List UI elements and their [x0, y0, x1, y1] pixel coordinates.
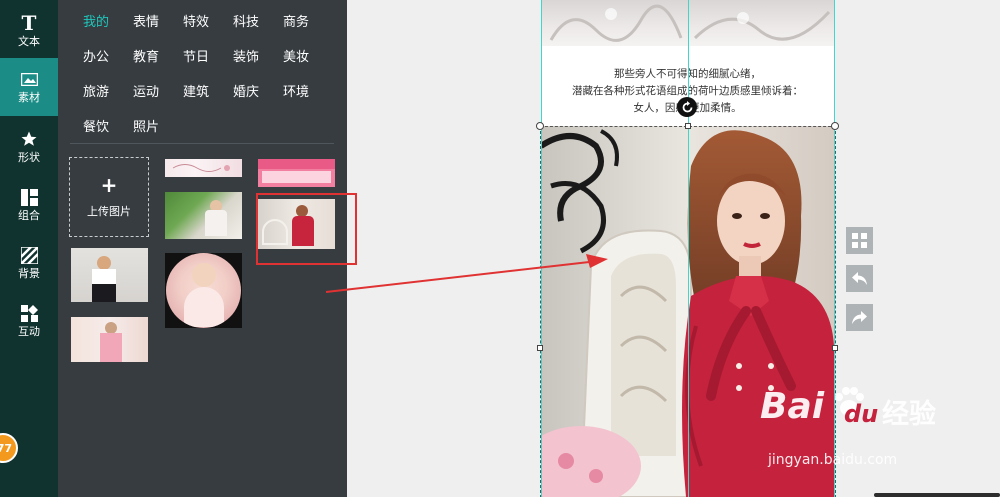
panel-divider — [70, 143, 334, 144]
material-thumbnail[interactable] — [165, 159, 242, 177]
undo-icon[interactable] — [846, 265, 873, 292]
rail-item-label: 背景 — [18, 267, 40, 280]
layout-icon — [19, 188, 39, 206]
rail-item-materials[interactable]: 素材 — [0, 58, 58, 116]
background-icon — [19, 246, 39, 264]
material-thumbnail-circle[interactable] — [165, 253, 242, 328]
rail-item-shapes[interactable]: 形状 — [0, 118, 58, 176]
lace-pattern-right — [693, 10, 831, 41]
category-emoji[interactable]: 表情 — [133, 15, 159, 30]
category-environment[interactable]: 环境 — [283, 85, 309, 100]
text-icon: T — [21, 11, 37, 35]
selection-highlight — [256, 193, 357, 265]
left-rail: T 文本 素材 形状 组合 背景 互动 77 — [0, 0, 58, 497]
rail-item-label: 文本 — [18, 35, 40, 48]
selection-outline — [540, 126, 836, 497]
baidu-watermark: Bai du 经验 jingyan.baidu.com — [760, 386, 936, 468]
rail-item-interact[interactable]: 互动 — [0, 292, 58, 350]
watermark-brand-tail: du — [844, 400, 879, 428]
watermark-url: jingyan.baidu.com — [768, 452, 898, 468]
upload-label: 上传图片 — [87, 205, 131, 218]
material-thumbnail[interactable] — [71, 248, 148, 302]
upload-image-button[interactable]: + 上传图片 — [69, 157, 149, 237]
rail-item-label: 组合 — [18, 209, 40, 222]
image-icon — [19, 70, 39, 88]
category-mine[interactable]: 我的 — [83, 15, 109, 30]
category-effects[interactable]: 特效 — [183, 15, 209, 30]
material-thumbnail[interactable] — [71, 317, 148, 362]
interact-icon — [19, 304, 39, 322]
lace-pattern-left — [549, 4, 683, 42]
category-beauty[interactable]: 美妆 — [283, 50, 309, 65]
resize-handle-left[interactable] — [537, 345, 543, 351]
category-business[interactable]: 商务 — [283, 15, 309, 30]
resize-handle-top[interactable] — [685, 123, 691, 129]
grid-icon[interactable] — [846, 227, 873, 254]
category-festival[interactable]: 节日 — [183, 50, 209, 65]
category-sports[interactable]: 运动 — [133, 85, 159, 100]
watermark-cn: 经验 — [882, 399, 936, 430]
watermark-brand: Bai — [760, 386, 825, 427]
resize-handle-top-left[interactable] — [536, 122, 544, 130]
plus-icon: + — [100, 173, 118, 197]
rail-item-label: 互动 — [18, 325, 40, 338]
rail-item-combine[interactable]: 组合 — [0, 176, 58, 234]
horizontal-scrollbar[interactable] — [874, 493, 1000, 497]
rail-item-label: 形状 — [18, 151, 40, 164]
category-office[interactable]: 办公 — [83, 50, 109, 65]
category-wedding[interactable]: 婚庆 — [233, 85, 259, 100]
category-architecture[interactable]: 建筑 — [183, 85, 209, 100]
rotate-icon[interactable] — [677, 97, 697, 117]
category-decoration[interactable]: 装饰 — [233, 50, 259, 65]
redo-icon[interactable] — [846, 304, 873, 331]
rail-item-background[interactable]: 背景 — [0, 234, 58, 292]
material-thumbnail[interactable] — [258, 159, 335, 187]
category-photos[interactable]: 照片 — [133, 120, 159, 135]
category-tech[interactable]: 科技 — [233, 15, 259, 30]
material-thumbnail[interactable] — [165, 192, 242, 239]
category-education[interactable]: 教育 — [133, 50, 159, 65]
category-dining[interactable]: 餐饮 — [83, 120, 109, 135]
star-icon — [19, 130, 39, 148]
rail-item-text[interactable]: T 文本 — [0, 2, 58, 60]
rail-item-label: 素材 — [18, 91, 40, 104]
category-travel[interactable]: 旅游 — [83, 85, 109, 100]
notification-badge[interactable]: 77 — [0, 433, 18, 463]
resize-handle-right[interactable] — [832, 345, 838, 351]
resize-handle-top-right[interactable] — [831, 122, 839, 130]
